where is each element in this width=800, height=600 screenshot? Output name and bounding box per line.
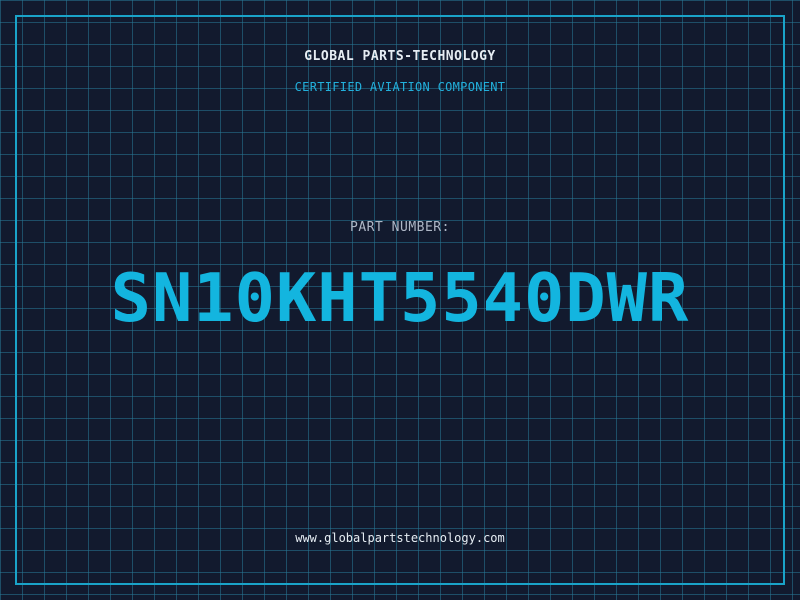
certification-tagline: CERTIFIED AVIATION COMPONENT xyxy=(294,80,506,94)
label-canvas: GLOBAL PARTS-TECHNOLOGY CERTIFIED AVIATI… xyxy=(0,0,800,600)
company-name: GLOBAL PARTS-TECHNOLOGY xyxy=(304,49,496,64)
website-url[interactable]: www.globalpartstechnology.com xyxy=(0,531,800,545)
part-number-label: PART NUMBER: xyxy=(350,220,450,235)
part-number-value: SN10KHT5540DWR xyxy=(110,259,690,337)
